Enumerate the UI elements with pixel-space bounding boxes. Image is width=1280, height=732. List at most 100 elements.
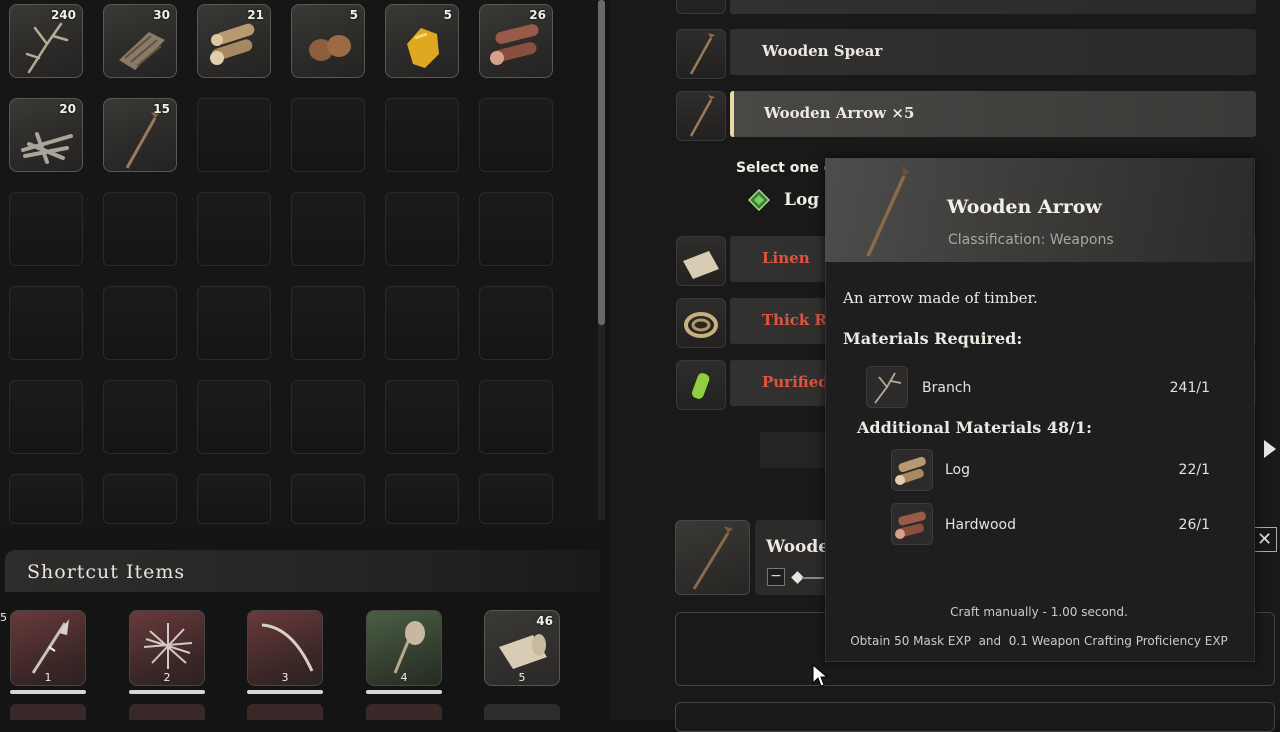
item-count: 5 [349, 8, 358, 22]
inventory-slot-empty[interactable] [479, 286, 553, 360]
material-name: Branch [922, 380, 972, 396]
inventory-slot-bark[interactable]: 30 [103, 4, 177, 78]
inventory-slot-empty[interactable] [291, 380, 365, 454]
inventory-slot-empty[interactable] [385, 380, 459, 454]
materials-header: Materials Required: [843, 329, 1023, 348]
next-page-arrow-icon[interactable] [1264, 440, 1276, 458]
shortcut-slot-4[interactable]: 4 [366, 610, 442, 686]
bark-icon [119, 32, 165, 70]
material-name: Log [945, 462, 971, 478]
inventory-slot-empty[interactable] [291, 474, 365, 524]
inventory-slot-empty[interactable] [479, 192, 553, 266]
inventory-slot-resin[interactable]: 5 [385, 4, 459, 78]
shortcut-slot-5[interactable]: 46 5 [484, 610, 560, 686]
item-count: 30 [153, 8, 170, 22]
inventory-slot-empty[interactable] [479, 380, 553, 454]
resin-icon [407, 28, 439, 68]
inventory-slot-log[interactable]: 21 [197, 4, 271, 78]
inventory-slot-empty[interactable] [103, 474, 177, 524]
item-count: 26 [529, 8, 546, 22]
shortcut-slot-1[interactable]: 1 [10, 610, 86, 686]
inventory-slot-empty[interactable] [479, 474, 553, 524]
shortcut-title: Shortcut Items [27, 561, 186, 583]
quantity-decrease-button[interactable]: − [767, 568, 785, 586]
material-name: Hardwood [945, 517, 1016, 533]
item-count: 240 [50, 8, 76, 22]
material-label: Purified [762, 373, 829, 391]
item-count: 46 [536, 614, 553, 628]
sticks-bundle-icon [21, 132, 73, 164]
inventory-slot-hardwood[interactable]: 26 [479, 4, 553, 78]
close-icon[interactable]: ✕ [1252, 527, 1277, 552]
inventory-slot-empty[interactable] [9, 286, 83, 360]
inventory-slot-empty[interactable] [197, 474, 271, 524]
inventory-slot-empty[interactable] [197, 192, 271, 266]
item-count: 5 [443, 8, 452, 22]
shortcut-slot-2[interactable]: 2 [129, 610, 205, 686]
recipe-label: Wooden Arrow ×5 [764, 104, 915, 122]
shortcut-slot-partial [129, 704, 205, 720]
selected-option-label[interactable]: Log [784, 190, 819, 210]
recipe-icon-wooden-spear [676, 29, 726, 79]
inventory-slot-nut[interactable]: 5 [291, 4, 365, 78]
shortcut-number: 4 [400, 671, 408, 684]
torch-icon [393, 621, 425, 674]
option-diamond-icon[interactable] [747, 188, 771, 212]
material-amount: 22/1 [1178, 462, 1210, 478]
inventory-slot-empty[interactable] [197, 286, 271, 360]
inventory-slot-empty[interactable] [385, 286, 459, 360]
durability-bar [10, 690, 86, 694]
recipe-row-wooden-spear[interactable]: Wooden Spear [730, 29, 1256, 75]
wooden-spear-icon [689, 33, 715, 75]
craft-item-icon [675, 520, 750, 595]
item-count: 21 [247, 8, 264, 22]
shortcut-number: 1 [44, 671, 52, 684]
material-icon-purified [676, 360, 726, 410]
potion-vial-icon [691, 373, 710, 399]
inventory-slot-empty[interactable] [103, 380, 177, 454]
inventory-slot-empty[interactable] [291, 192, 365, 266]
nut-icon [309, 35, 351, 61]
inventory-slot-empty[interactable] [385, 474, 459, 524]
hardwood-icon [490, 24, 539, 65]
durability-bar [247, 690, 323, 694]
durability-bar [366, 690, 442, 694]
inventory-slot-empty[interactable] [9, 474, 83, 524]
secondary-button[interactable] [675, 702, 1275, 732]
inventory-slot-empty[interactable] [9, 380, 83, 454]
quantity-slider-track[interactable] [802, 577, 824, 579]
inventory-slot-empty[interactable] [103, 286, 177, 360]
inventory-slot-branch[interactable]: 240 [9, 4, 83, 78]
recipe-row-partial[interactable] [730, 0, 1256, 14]
wooden-arrow-icon [858, 166, 918, 262]
inventory-slot-empty[interactable] [197, 98, 271, 172]
inventory-slot-empty[interactable] [385, 98, 459, 172]
inventory-slot-empty[interactable] [9, 192, 83, 266]
twig-nest-icon [143, 623, 193, 669]
inventory-slot-empty[interactable] [291, 98, 365, 172]
shortcut-number: 2 [163, 671, 171, 684]
bow-icon [261, 623, 314, 672]
inventory-slot-empty[interactable] [291, 286, 365, 360]
mouse-cursor-icon [812, 663, 829, 692]
hardwood-icon [891, 503, 933, 545]
shortcut-number: 5 [518, 671, 526, 684]
inventory-slot-empty[interactable] [197, 380, 271, 454]
inventory-slot-wooden-spear[interactable]: 15 [103, 98, 177, 172]
inventory-slot-sticks-bundle[interactable]: 20 [9, 98, 83, 172]
additional-materials-header: Additional Materials 48/1: [857, 418, 1092, 437]
shortcut-slot-partial [10, 704, 86, 720]
recipe-row-wooden-arrow[interactable]: Wooden Arrow ×5 [730, 91, 1256, 137]
recipe-icon-wooden-arrow [676, 91, 726, 141]
shortcut-partial-count: 5 [0, 611, 7, 624]
recipe-icon [676, 0, 726, 14]
material-label: Linen [762, 249, 810, 267]
inventory-slot-empty[interactable] [385, 192, 459, 266]
inventory-scrollbar[interactable] [598, 0, 605, 325]
shortcut-number: 3 [281, 671, 289, 684]
log-icon [891, 449, 933, 491]
craft-time-text: Craft manually - 1.00 second. [950, 605, 1128, 619]
inventory-slot-empty[interactable] [479, 98, 553, 172]
shortcut-slot-3[interactable]: 3 [247, 610, 323, 686]
inventory-slot-empty[interactable] [103, 192, 177, 266]
